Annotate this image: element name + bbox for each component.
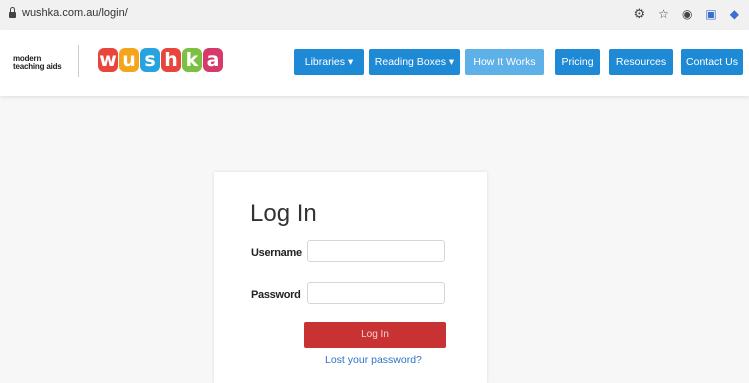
logo-letter: h <box>161 48 181 72</box>
password-label: Password <box>251 289 301 301</box>
lost-password-link[interactable]: Lost your password? <box>325 354 422 366</box>
key-icon[interactable]: ⚙ <box>634 6 646 22</box>
nav-how-it-works[interactable]: How It Works <box>465 49 544 75</box>
nav-resources[interactable]: Resources <box>609 49 673 75</box>
nav-label: Resources <box>615 56 667 68</box>
nav-label: Contact Us <box>686 56 738 68</box>
login-button[interactable]: Log In <box>304 322 446 348</box>
wushka-logo[interactable]: w u s h k a <box>98 48 223 72</box>
extension-icon[interactable]: ◉ <box>682 6 692 22</box>
nav-reading-boxes[interactable]: Reading Boxes ▾ <box>369 49 460 75</box>
logo-letter: s <box>140 48 160 72</box>
divider <box>78 45 79 77</box>
logo-letter: k <box>182 48 202 72</box>
star-icon[interactable]: ☆ <box>658 6 669 22</box>
browser-toolbar-icons: ⚙ ☆ ◉ ▣ ◆ <box>634 6 739 22</box>
url-text[interactable]: wushka.com.au/login/ <box>22 7 128 19</box>
nav-label: Pricing <box>561 56 594 68</box>
nav-label: Reading Boxes <box>374 56 446 68</box>
nav-libraries[interactable]: Libraries ▾ <box>294 49 364 75</box>
logo-letter: a <box>203 48 223 72</box>
logo-line: teaching aids <box>13 62 62 71</box>
chevron-down-icon: ▾ <box>347 56 354 68</box>
extension-icon[interactable]: ◆ <box>730 6 739 22</box>
modern-teaching-aids-logo[interactable]: modern teaching aids <box>13 55 62 71</box>
username-label: Username <box>251 247 302 259</box>
page-title: Log In <box>250 200 317 227</box>
browser-address-bar: wushka.com.au/login/ ⚙ ☆ ◉ ▣ ◆ <box>0 0 749 31</box>
nav-label: How It Works <box>473 56 536 68</box>
nav-pricing[interactable]: Pricing <box>555 49 600 75</box>
extension-icon[interactable]: ▣ <box>705 6 716 22</box>
nav-label: Libraries <box>304 56 346 68</box>
chevron-down-icon: ▾ <box>448 56 455 68</box>
username-field[interactable] <box>307 240 445 262</box>
nav-contact-us[interactable]: Contact Us <box>681 49 743 75</box>
password-field[interactable] <box>307 282 445 304</box>
logo-letter: u <box>119 48 139 72</box>
logo-letter: w <box>98 48 118 72</box>
lock-icon <box>9 7 16 18</box>
